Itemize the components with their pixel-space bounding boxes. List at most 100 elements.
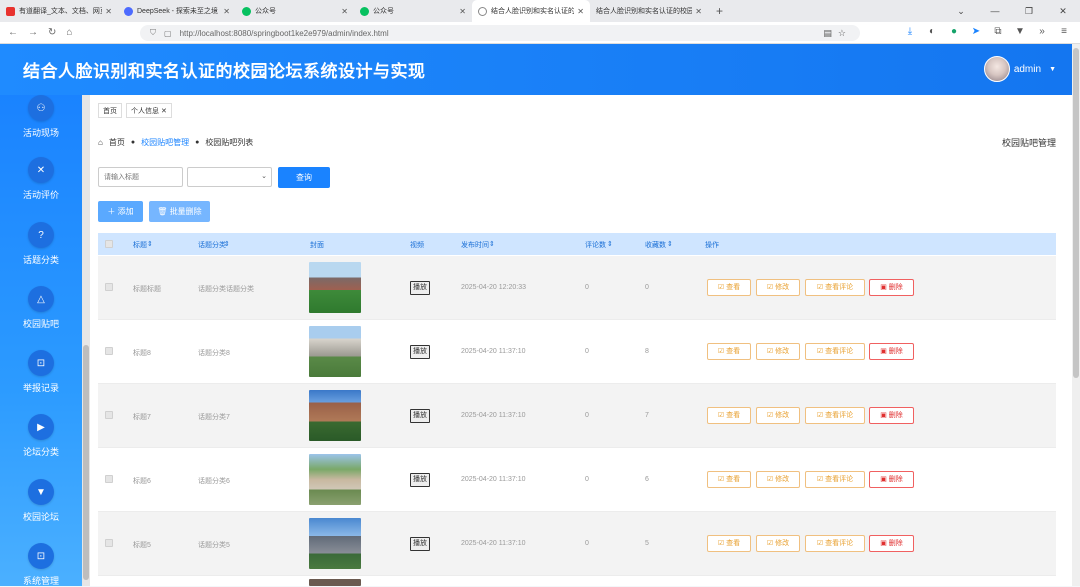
sort-icon[interactable]: ⇕: [147, 240, 153, 248]
edit-button[interactable]: ☑ 修改: [756, 343, 800, 360]
play-button[interactable]: 播放: [410, 537, 430, 551]
sort-icon[interactable]: ⇕: [607, 240, 613, 248]
play-button[interactable]: 播放: [410, 345, 430, 359]
forward-icon[interactable]: →: [28, 27, 38, 38]
maximize-icon[interactable]: ❐: [1012, 6, 1046, 17]
cover-image[interactable]: [309, 326, 361, 377]
close-icon[interactable]: ✕: [341, 7, 348, 16]
breadcrumb-home[interactable]: 首页: [109, 137, 125, 148]
browser-tab[interactable]: 有道翻译_文本、文档、网页、沉✕: [0, 0, 118, 22]
view-comments-button[interactable]: ☑ 查看评论: [805, 279, 865, 296]
breadcrumb-level1[interactable]: 校园贴吧管理: [141, 137, 189, 148]
cover-image[interactable]: [309, 518, 361, 569]
close-icon[interactable]: ✕: [223, 7, 230, 16]
edit-button[interactable]: ☑ 修改: [756, 279, 800, 296]
sidebar-item-system-management[interactable]: ⊡ 系统管理: [0, 543, 82, 587]
refresh-icon[interactable]: ↻: [48, 27, 56, 38]
tab-home[interactable]: 首页: [98, 103, 122, 118]
view-comments-button[interactable]: ☑ 查看评论: [805, 535, 865, 552]
sidebar-item-campus-forum[interactable]: ▼ 校园论坛: [0, 479, 82, 523]
row-checkbox[interactable]: [105, 347, 113, 355]
row-checkbox[interactable]: [105, 475, 113, 483]
scrollbar-thumb[interactable]: [83, 345, 89, 580]
sort-icon[interactable]: ⇕: [667, 240, 673, 248]
delete-button[interactable]: ▣ 删除: [869, 343, 914, 360]
scrollbar-thumb[interactable]: [1073, 48, 1079, 378]
delete-button[interactable]: ▣ 删除: [869, 535, 914, 552]
puzzle-icon[interactable]: ⧉: [992, 26, 1004, 37]
view-comments-button[interactable]: ☑ 查看评论: [805, 471, 865, 488]
user-menu[interactable]: admin ▼: [983, 56, 1056, 82]
header-favorites[interactable]: 收藏数: [645, 240, 666, 250]
minimize-icon[interactable]: —: [978, 6, 1012, 16]
delete-button[interactable]: ▣ 删除: [869, 279, 914, 296]
browser-tab[interactable]: 结合人脸识别和实名认证的校园论坛✕: [590, 0, 708, 22]
cover-image[interactable]: [309, 454, 361, 505]
select-all-checkbox[interactable]: [105, 240, 113, 248]
category-select[interactable]: ⌄: [187, 167, 272, 187]
play-button[interactable]: 播放: [410, 473, 430, 487]
delete-button[interactable]: ▣ 删除: [869, 471, 914, 488]
sort-icon[interactable]: ⇕: [489, 240, 495, 248]
sidebar-item-activity-review[interactable]: ✕ 活动评价: [0, 157, 82, 201]
close-icon[interactable]: ✕: [695, 7, 702, 16]
home-icon[interactable]: ⌂: [66, 27, 72, 38]
search-input[interactable]: [98, 167, 183, 187]
back-icon[interactable]: ←: [8, 27, 18, 38]
close-icon[interactable]: ✕: [161, 107, 167, 115]
tab-profile[interactable]: 个人信息 ✕: [126, 103, 172, 118]
sidebar-item-report-records[interactable]: ⊡ 举报记录: [0, 350, 82, 394]
browser-tab[interactable]: 公众号 ✕: [354, 0, 472, 22]
tab-list-icon[interactable]: ⌄: [944, 6, 978, 17]
edit-button[interactable]: ☑ 修改: [756, 471, 800, 488]
cursor-icon[interactable]: ➤: [970, 26, 982, 37]
grammarly-icon[interactable]: ●: [948, 26, 960, 37]
more-icon[interactable]: »: [1036, 26, 1048, 37]
cover-image[interactable]: [309, 579, 361, 586]
batch-delete-button[interactable]: 🗑 批量删除: [149, 201, 210, 222]
header-comments[interactable]: 评论数: [585, 240, 606, 250]
browser-tab-active[interactable]: 结合人脸识别和实名认证的校园✕: [472, 0, 590, 22]
sidebar-scrollbar[interactable]: [82, 95, 90, 586]
caret-down-icon[interactable]: ▼: [1049, 66, 1056, 73]
edit-button[interactable]: ☑ 修改: [756, 407, 800, 424]
close-icon[interactable]: ✕: [577, 7, 584, 16]
view-button[interactable]: ☑ 查看: [707, 535, 751, 552]
view-button[interactable]: ☑ 查看: [707, 471, 751, 488]
row-checkbox[interactable]: [105, 283, 113, 291]
view-comments-button[interactable]: ☑ 查看评论: [805, 343, 865, 360]
cover-image[interactable]: [309, 262, 361, 313]
browser-tab[interactable]: DeepSeek - 探索未至之境 ✕: [118, 0, 236, 22]
delete-button[interactable]: ▣ 删除: [869, 407, 914, 424]
reader-icon[interactable]: ▤☆: [823, 28, 852, 39]
cover-image[interactable]: [309, 390, 361, 441]
download-icon[interactable]: ⤓: [904, 26, 916, 37]
close-icon[interactable]: ✕: [459, 7, 466, 16]
view-button[interactable]: ☑ 查看: [707, 407, 751, 424]
row-checkbox[interactable]: [105, 411, 113, 419]
edit-button[interactable]: ☑ 修改: [756, 535, 800, 552]
sidebar-item-activity-scene[interactable]: ⚇ 活动现场: [0, 95, 82, 139]
sidebar-item-campus-tieba[interactable]: △ 校园贴吧: [0, 286, 82, 330]
browser-tab[interactable]: 公众号 ✕: [236, 0, 354, 22]
sidebar-item-topic-category[interactable]: ? 话题分类: [0, 222, 82, 266]
close-icon[interactable]: ✕: [105, 7, 112, 16]
extension-icon[interactable]: ◐: [926, 26, 938, 37]
query-button[interactable]: 查询: [278, 167, 330, 188]
url-field[interactable]: ⛉ ▢ http://localhost:8080/springboot1ke2…: [140, 25, 860, 41]
header-category[interactable]: 话题分类: [198, 240, 226, 250]
view-comments-button[interactable]: ☑ 查看评论: [805, 407, 865, 424]
sort-icon[interactable]: ⇕: [224, 240, 230, 248]
menu-icon[interactable]: ≡: [1058, 26, 1070, 37]
view-button[interactable]: ☑ 查看: [707, 279, 751, 296]
header-time[interactable]: 发布时间: [461, 240, 489, 250]
view-button[interactable]: ☑ 查看: [707, 343, 751, 360]
new-tab-button[interactable]: +: [708, 4, 731, 18]
play-button[interactable]: 播放: [410, 281, 430, 295]
play-button[interactable]: 播放: [410, 409, 430, 423]
page-scrollbar[interactable]: [1072, 44, 1080, 586]
avatar[interactable]: [983, 56, 1010, 82]
filter-icon[interactable]: ▼: [1014, 26, 1026, 37]
add-button[interactable]: ＋ 添加: [98, 201, 143, 222]
close-window-icon[interactable]: ✕: [1046, 6, 1080, 17]
